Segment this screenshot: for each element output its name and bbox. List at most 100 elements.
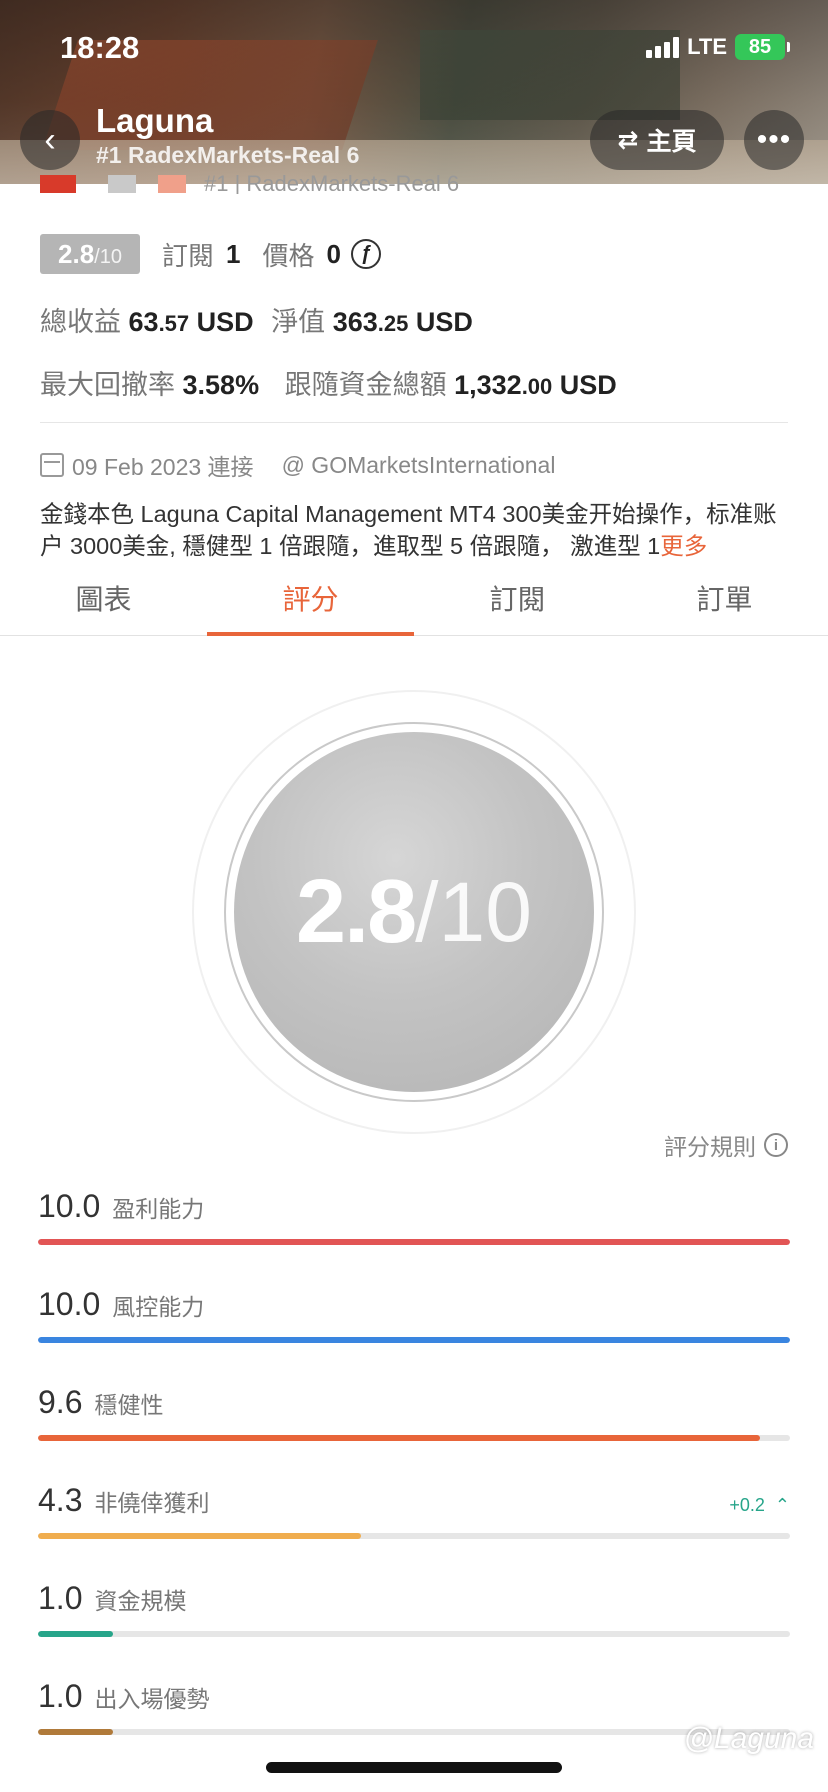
metric-row: 10.0 盈利能力 <box>38 1188 790 1245</box>
metric-name: 資金規模 <box>94 1588 187 1614</box>
battery-icon: 85 <box>735 34 785 60</box>
score-badge-of: /10 <box>94 246 122 268</box>
metric-bar-fill <box>38 1631 114 1637</box>
back-button[interactable]: ‹ <box>20 110 80 170</box>
drawdown-label: 最大回撤率 <box>40 370 175 400</box>
metric-name: 盈利能力 <box>112 1196 205 1222</box>
metric-bar-fill <box>38 1239 790 1245</box>
metric-bar-fill <box>38 1435 760 1441</box>
metric-delta: +0.2 ⌃ <box>729 1495 790 1516</box>
metric-value: 9.6 <box>38 1384 83 1420</box>
metric-row: 4.3 非僥倖獲利 +0.2 ⌃ <box>38 1482 790 1539</box>
metric-name: 風控能力 <box>112 1294 205 1320</box>
metric-label-row: 4.3 非僥倖獲利 +0.2 ⌃ <box>38 1482 790 1519</box>
equity-int: 363 <box>332 307 378 337</box>
header-peek-row: #1 | RadexMarkets-Real 6 <box>40 174 459 194</box>
metric-name: 非僥倖獲利 <box>94 1490 210 1516</box>
metric-row: 1.0 資金規模 <box>38 1580 790 1637</box>
metric-row: 1.0 出入場優勢 <box>38 1678 790 1735</box>
metric-bar-track <box>38 1435 790 1441</box>
follow-dec: .00 <box>521 374 553 399</box>
home-button[interactable]: ⇄ 主頁 <box>590 110 724 170</box>
status-bar-right: LTE 85 <box>646 34 790 60</box>
metric-label-row: 1.0 資金規模 <box>38 1580 790 1617</box>
profit-dec: .57 <box>158 311 190 336</box>
subscribe-value: 1 <box>226 238 241 269</box>
price-label: 價格 <box>262 240 315 271</box>
watermark: @Laguna <box>683 1722 814 1755</box>
score-badge: 2.8 /10 <box>40 234 140 274</box>
calendar-icon <box>40 453 64 477</box>
description-more-link[interactable]: 更多 <box>660 533 707 559</box>
metric-label-row: 10.0 盈利能力 <box>38 1188 790 1225</box>
metric-bar-track <box>38 1729 790 1735</box>
page-subtitle: #1 RadexMarkets-Real 6 <box>96 142 360 168</box>
tab-chart[interactable]: 圖表 <box>0 574 207 635</box>
summary-row-drawdown: 最大回撤率 3.58% 跟隨資金總額 1,332.00 USD <box>40 363 617 402</box>
subscribe-label: 訂閱 <box>162 240 215 271</box>
home-button-label: 主頁 <box>646 128 697 156</box>
tab-subscribe[interactable]: 訂閱 <box>414 574 621 635</box>
status-time: 18:28 <box>60 30 140 65</box>
page-title: Laguna <box>96 102 214 139</box>
summary-row-profit: 總收益 63.57 USD 淨值 363.25 USD <box>40 300 473 339</box>
broker-link[interactable]: @ GOMarketsInternational <box>282 452 556 479</box>
metric-label-row: 9.6 穩健性 <box>38 1384 790 1421</box>
chevron-up-icon[interactable]: ⌃ <box>775 1495 790 1516</box>
metric-bar-fill <box>38 1533 362 1539</box>
coin-icon: ƒ <box>350 239 381 269</box>
metric-bar-fill <box>38 1729 114 1735</box>
follow-label: 跟隨資金總額 <box>284 370 447 400</box>
metric-label-row: 1.0 出入場優勢 <box>38 1678 790 1715</box>
connected-date: 09 Feb 2023 連接 <box>72 454 254 480</box>
follow-int: 1,332 <box>454 370 522 400</box>
connection-info: 09 Feb 2023 連接 @ GOMarketsInternational <box>40 448 555 482</box>
profit-int: 63 <box>128 307 159 337</box>
signal-icon <box>646 36 680 58</box>
metric-value: 1.0 <box>38 1678 83 1714</box>
header: 18:28 LTE 85 ‹ Laguna #1 RadexMarkets-Re… <box>0 0 828 184</box>
chevron-left-icon: ‹ <box>44 120 56 159</box>
metric-bar-track <box>38 1337 790 1343</box>
equity-unit: USD <box>408 307 473 337</box>
metric-value: 4.3 <box>38 1482 83 1518</box>
more-button[interactable]: ••• <box>744 110 804 170</box>
follow-unit: USD <box>552 370 617 400</box>
equity-label: 淨值 <box>271 307 326 337</box>
metric-name: 出入場優勢 <box>94 1686 210 1712</box>
drawdown-value: 3.58% <box>182 370 260 400</box>
ellipsis-icon: ••• <box>756 123 792 156</box>
battery-level: 85 <box>748 35 772 58</box>
metric-value: 1.0 <box>38 1580 83 1616</box>
score-rules-link[interactable]: 評分規則 i <box>664 1128 788 1162</box>
tab-score[interactable]: 評分 <box>207 574 414 636</box>
metric-bar-track <box>38 1533 790 1539</box>
tab-orders[interactable]: 訂單 <box>621 574 828 635</box>
type-badge <box>108 175 136 193</box>
score-circle-of: /10 <box>415 864 532 959</box>
metric-label-row: 10.0 風控能力 <box>38 1286 790 1323</box>
info-icon: i <box>764 1133 788 1157</box>
battery-tip <box>787 42 790 52</box>
metric-bar-track <box>38 1631 790 1637</box>
peek-text: #1 | RadexMarkets-Real 6 <box>204 174 460 194</box>
score-rules-label: 評分規則 <box>664 1134 756 1160</box>
swap-icon: ⇄ <box>617 126 639 154</box>
background-trees <box>420 30 680 120</box>
metric-name: 穩健性 <box>94 1392 164 1418</box>
profit-unit: USD <box>189 307 254 337</box>
home-indicator[interactable] <box>266 1762 562 1773</box>
metric-delta-value: +0.2 <box>729 1495 765 1515</box>
score-badge-value: 2.8 <box>58 239 95 269</box>
flag-icon <box>40 175 76 193</box>
equity-dec: .25 <box>377 311 409 336</box>
network-type: LTE <box>687 34 727 59</box>
description: 金錢本色 Laguna Capital Management MT4 300美金… <box>40 498 792 563</box>
profit-label: 總收益 <box>40 307 121 337</box>
metric-bar-track <box>38 1239 790 1245</box>
summary-row-score: 2.8 /10 訂閱 1 價格 0 ƒ <box>40 234 381 274</box>
price-value: 0 <box>326 238 341 269</box>
metric-row: 10.0 風控能力 <box>38 1286 790 1343</box>
metric-row: 9.6 穩健性 <box>38 1384 790 1441</box>
metric-bar-fill <box>38 1337 790 1343</box>
